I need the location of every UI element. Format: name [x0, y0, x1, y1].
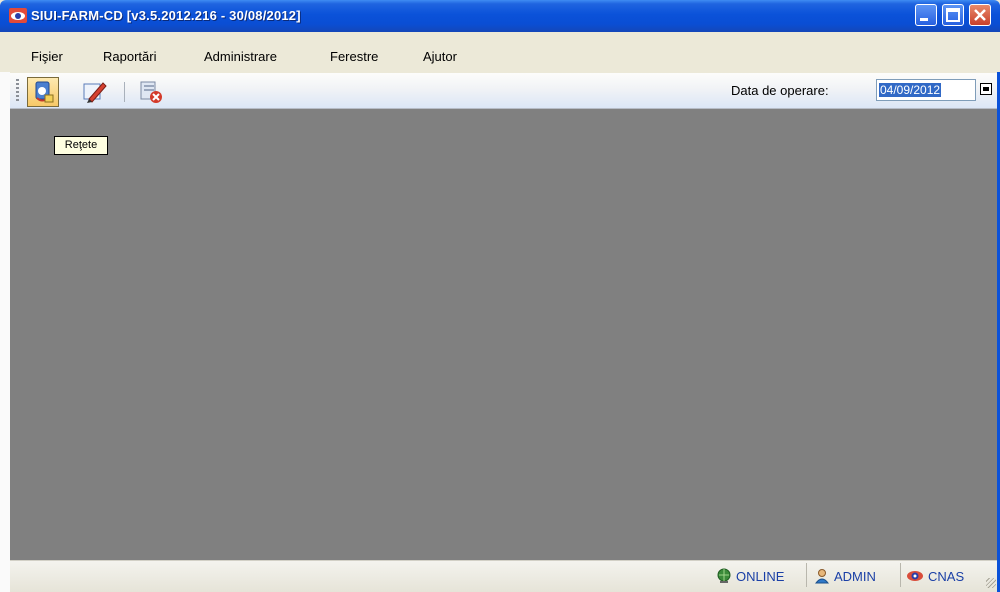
app-window: SIUI-FARM-CD [v3.5.2012.216 - 30/08/2012…	[0, 0, 1000, 592]
app-logo-icon	[9, 8, 27, 23]
retete-tooltip: Reţete	[54, 136, 108, 155]
menu-item-fisier[interactable]: Fişier	[31, 49, 63, 64]
date-label: Data de operare:	[731, 83, 829, 98]
resize-grip[interactable]	[986, 578, 996, 588]
maximize-icon	[946, 8, 960, 22]
date-picker-button[interactable]	[980, 83, 992, 95]
user-icon	[814, 569, 830, 584]
toolbar-separator	[124, 82, 125, 102]
toolbar-grip[interactable]	[16, 79, 19, 103]
menu-item-raportari[interactable]: Raportări	[103, 49, 156, 64]
maximize-button[interactable]	[942, 4, 964, 26]
minimize-button[interactable]	[915, 4, 937, 26]
window-title: SIUI-FARM-CD [v3.5.2012.216 - 30/08/2012…	[31, 8, 301, 23]
status-separator	[806, 563, 807, 587]
cnas-eye-icon	[907, 571, 923, 581]
minimize-icon	[920, 18, 928, 21]
delete-document-icon	[140, 81, 162, 103]
operation-date-field[interactable]: 04/09/2012	[876, 79, 976, 101]
menu-item-administrare[interactable]: Administrare	[204, 49, 277, 64]
mdi-workspace	[10, 109, 997, 560]
edit-icon	[83, 82, 107, 103]
online-label: ONLINE	[736, 568, 785, 584]
edit-button[interactable]	[79, 77, 111, 107]
status-admin: ADMIN	[814, 566, 876, 586]
title-bar[interactable]: SIUI-FARM-CD [v3.5.2012.216 - 30/08/2012…	[0, 0, 1000, 32]
operation-date-value: 04/09/2012	[879, 83, 942, 97]
admin-label: ADMIN	[834, 568, 876, 584]
status-online: ONLINE	[716, 566, 784, 586]
status-cnas: CNAS	[906, 566, 964, 586]
close-icon	[974, 9, 986, 21]
status-separator	[900, 563, 901, 587]
delete-document-button[interactable]	[135, 77, 167, 107]
retete-button[interactable]	[27, 77, 59, 107]
globe-icon	[717, 568, 731, 583]
cnas-label: CNAS	[928, 568, 965, 584]
window-border-left	[0, 32, 10, 592]
menu-item-ajutor[interactable]: Ajutor	[423, 49, 457, 64]
close-button[interactable]	[969, 4, 991, 26]
menu-item-ferestre[interactable]: Ferestre	[330, 49, 378, 64]
retete-icon	[35, 81, 54, 103]
